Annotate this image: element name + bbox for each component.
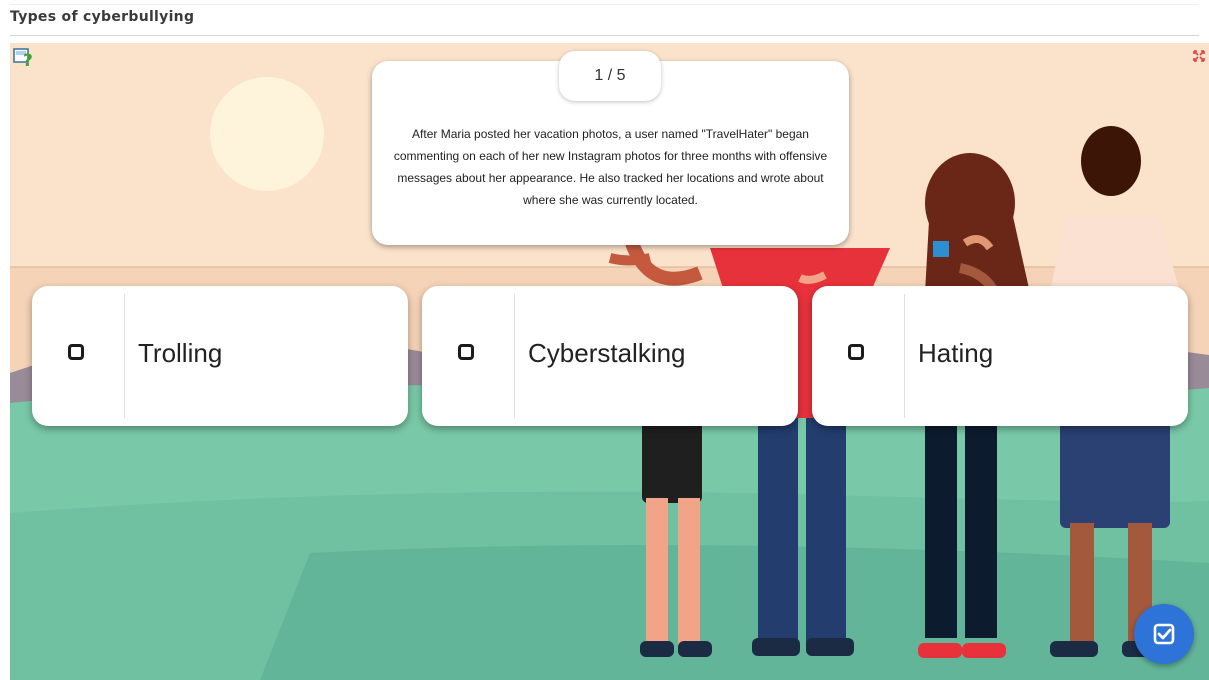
header-top-divider <box>10 4 1199 5</box>
fullscreen-icon[interactable] <box>1193 49 1205 62</box>
quiz-stage: ? 1 / 5 After Maria posted her vacation … <box>10 43 1209 680</box>
option-label: Trolling <box>138 338 223 368</box>
option-cyberstalking[interactable]: Cyberstalking <box>422 286 798 426</box>
option-hating[interactable]: Hating <box>812 286 1188 426</box>
header-divider <box>10 35 1199 36</box>
sun <box>210 77 324 191</box>
option-divider <box>514 294 515 418</box>
checkbox-icon[interactable] <box>458 344 474 360</box>
check-answer-button[interactable] <box>1134 604 1194 664</box>
hill-front <box>260 545 1209 680</box>
arm-left <box>608 253 652 266</box>
option-label: Hating <box>918 338 994 368</box>
option-trolling[interactable]: Trolling <box>32 286 408 426</box>
checkbox-icon[interactable] <box>68 344 84 360</box>
page-title: Types of cyberbullying <box>10 9 195 25</box>
arm-right <box>798 271 827 284</box>
help-icon[interactable]: ? <box>13 46 35 71</box>
checkbox-icon[interactable] <box>848 344 864 360</box>
checkmark-icon <box>1153 623 1175 645</box>
header-bar: Types of cyberbullying <box>0 0 1209 36</box>
option-divider <box>124 294 125 418</box>
svg-text:?: ? <box>23 51 33 68</box>
question-counter: 1 / 5 <box>559 51 661 101</box>
question-card: 1 / 5 After Maria posted her vacation ph… <box>372 51 849 245</box>
option-label: Cyberstalking <box>528 338 686 368</box>
question-text: After Maria posted her vacation photos, … <box>393 127 828 207</box>
option-divider <box>904 294 905 418</box>
